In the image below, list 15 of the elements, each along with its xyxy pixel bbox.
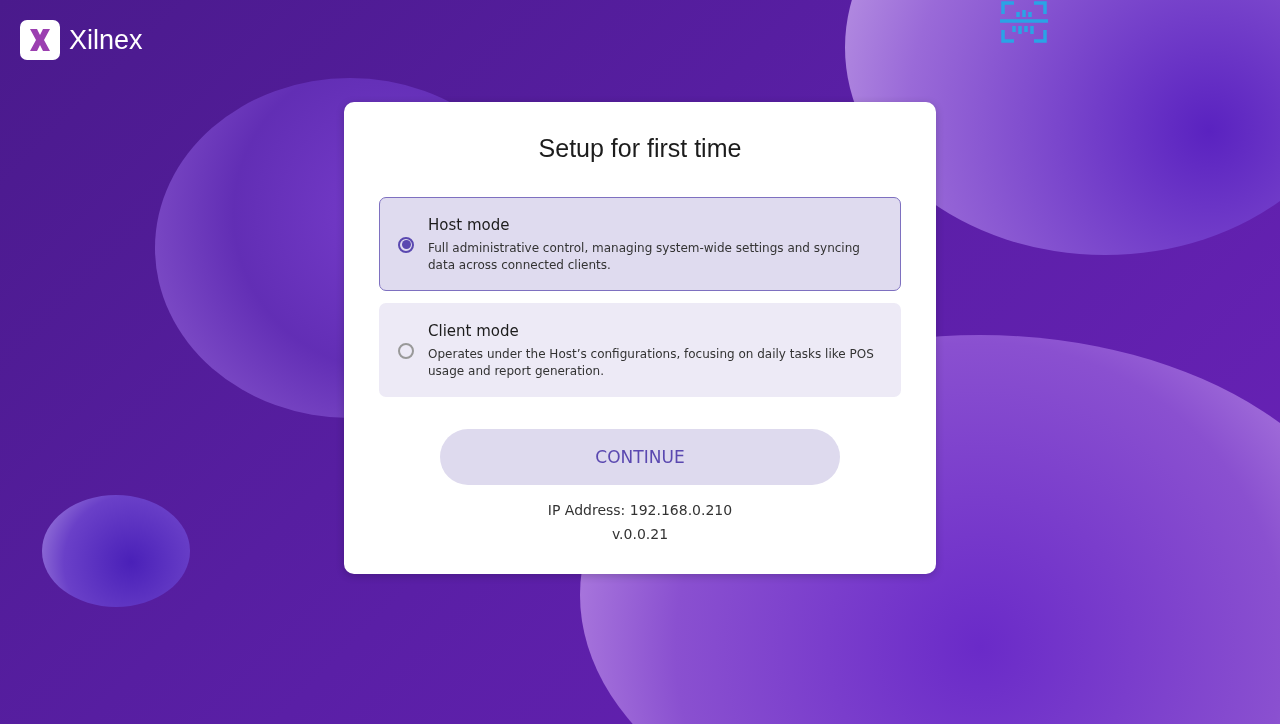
radio-button[interactable] (398, 236, 414, 253)
mode-option[interactable]: Client mode Operates under the Host’s configurations, focusing on daily tasks like POS usage and report generation. (379, 303, 901, 397)
radio-button[interactable] (398, 342, 414, 359)
ip-address: IP Address: 192.168.0.210 (547, 502, 733, 518)
option-label: Client mode (428, 321, 520, 340)
continue-button[interactable]: CONTINUE (440, 429, 840, 485)
mode-option[interactable]: Host mode Full administrative control, managing system-wide settings and syncing data across connected clients. (379, 197, 901, 291)
version-label: v.0.0.21 (611, 526, 669, 542)
option-description: Operates under the Host’s configurations, focusing on daily tasks like POS usage and report generation. (428, 345, 875, 380)
scan-icon[interactable] (1000, 0, 1048, 44)
logo-icon (20, 20, 60, 60)
option-description: Full administrative control, managing system-wide settings and syncing data across connected clients. (428, 239, 861, 274)
dialog-title: Setup for first time (538, 134, 742, 163)
brand-name: Xilnex (69, 24, 143, 56)
option-label: Host mode (428, 215, 511, 234)
